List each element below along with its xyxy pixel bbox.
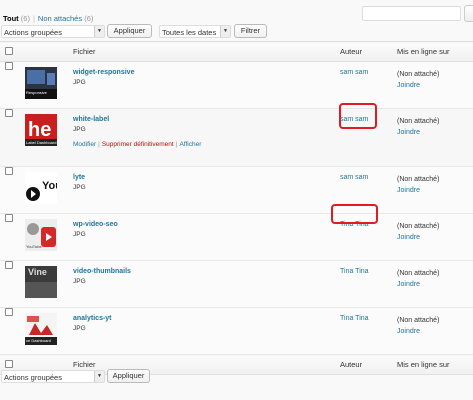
author-link[interactable]: sam sam: [340, 174, 368, 181]
table-row: he Label Dashboard white-label JPG Modif…: [0, 108, 473, 167]
attach-link[interactable]: Joindre: [397, 234, 420, 241]
attach-link[interactable]: Joindre: [397, 187, 420, 194]
thumbnail-wp-video-seo[interactable]: YouTube: [25, 219, 57, 251]
select-all-cell: [0, 41, 25, 62]
select-all-checkbox-bottom[interactable]: [5, 359, 13, 368]
author-highlight-box: [331, 204, 378, 224]
tablenav-top: Actions groupées ▼ Appliquer Toutes les …: [0, 24, 473, 42]
author-link[interactable]: sam sam: [340, 69, 368, 76]
attached-status: (Non attaché): [397, 176, 440, 183]
apply-button[interactable]: Appliquer: [107, 24, 152, 38]
apply-button-bottom[interactable]: Appliquer: [107, 369, 150, 383]
attached-status: (Non attaché): [397, 118, 440, 125]
table-row: Responsive widget-responsive JPG sam sam…: [0, 61, 473, 109]
svg-text:he: he: [28, 119, 51, 141]
bulk-actions-value: Actions groupées: [4, 28, 62, 37]
select-all-checkbox[interactable]: [5, 46, 13, 55]
file-type: JPG: [73, 231, 86, 238]
thumbnail-caption: Vine: [28, 267, 47, 277]
file-title-link[interactable]: wp-video-seo: [73, 221, 340, 228]
table-header-row: Fichier Auteur Mis en ligne sur: [0, 41, 473, 62]
edit-link[interactable]: Modifier: [73, 141, 96, 148]
thumbnail-header: [25, 41, 73, 62]
author-link[interactable]: Tina Tina: [340, 315, 369, 322]
search-button[interactable]: [464, 5, 473, 22]
attached-status: (Non attaché): [397, 71, 440, 78]
filter-unattached[interactable]: Non attachés (6): [38, 14, 93, 23]
table-row: ce Dashboard analytics-yt JPG Tina Tina …: [0, 307, 473, 355]
table-row: Vine video-thumbnails JPG Tina Tina (Non…: [0, 260, 473, 308]
bulk-actions-select-bottom[interactable]: Actions groupées ▼: [1, 370, 105, 383]
bulk-actions-select[interactable]: Actions groupées ▼: [1, 25, 105, 38]
thumbnail-caption: Label Dashboard: [26, 140, 57, 145]
delete-permanently-link[interactable]: Supprimer définitivement: [102, 141, 174, 148]
thumbnail-caption: ce Dashboard: [26, 338, 51, 343]
table-row: YouTube wp-video-seo JPG Tina Tina (Non …: [0, 213, 473, 261]
thumbnail-white-label[interactable]: he Label Dashboard: [25, 114, 57, 146]
file-type: JPG: [73, 325, 86, 332]
author-highlight-box: [339, 103, 377, 129]
row-checkbox[interactable]: [5, 308, 13, 316]
row-checkbox[interactable]: [5, 261, 13, 269]
thumbnail-lyte[interactable]: You: [25, 172, 57, 204]
attached-status: (Non attaché): [397, 270, 440, 277]
status-filter-links: Tout (6) | Non attachés (6): [3, 14, 93, 23]
attach-link[interactable]: Joindre: [397, 328, 420, 335]
view-link[interactable]: Afficher: [179, 141, 201, 148]
bulk-actions-value: Actions groupées: [4, 373, 62, 382]
attached-column-header[interactable]: Mis en ligne sur: [397, 41, 473, 62]
filter-button[interactable]: Filtrer: [234, 24, 267, 38]
file-type: JPG: [73, 79, 86, 86]
row-checkbox[interactable]: [5, 214, 13, 222]
author-column-header[interactable]: Auteur: [340, 41, 397, 62]
row-actions: Modifier | Supprimer définitivement | Affich…: [73, 141, 202, 148]
date-filter-value: Toutes les dates: [162, 28, 217, 37]
attach-link[interactable]: Joindre: [397, 281, 420, 288]
media-table: Fichier Auteur Mis en ligne sur Responsi…: [0, 41, 473, 375]
date-filter-select[interactable]: Toutes les dates ▼: [159, 25, 231, 38]
file-title-link[interactable]: white-label: [73, 116, 340, 123]
row-checkbox[interactable]: [5, 167, 13, 175]
chevron-down-icon: ▼: [94, 26, 104, 37]
file-title-link[interactable]: lyte: [73, 174, 340, 181]
attached-status: (Non attaché): [397, 223, 440, 230]
author-link[interactable]: Tina Tina: [340, 268, 369, 275]
file-title-link[interactable]: analytics-yt: [73, 315, 340, 322]
attach-link[interactable]: Joindre: [397, 129, 420, 136]
attached-status: (Non attaché): [397, 317, 440, 324]
file-type: JPG: [73, 184, 86, 191]
thumbnail-widget-responsive[interactable]: Responsive: [25, 67, 57, 99]
filter-all[interactable]: Tout (6): [3, 14, 30, 23]
search-input[interactable]: [362, 6, 461, 21]
file-column-header[interactable]: Fichier: [73, 41, 340, 62]
chevron-down-icon: ▼: [220, 26, 230, 37]
attach-link[interactable]: Joindre: [397, 82, 420, 89]
thumbnail-caption: YouTube: [26, 244, 42, 249]
file-type: JPG: [73, 278, 86, 285]
file-title-link[interactable]: video-thumbnails: [73, 268, 340, 275]
row-checkbox[interactable]: [5, 62, 13, 70]
thumbnail-caption: Responsive: [26, 90, 47, 95]
filter-separator: |: [32, 14, 35, 23]
thumbnail-video-thumbnails[interactable]: Vine: [25, 266, 57, 298]
thumbnail-analytics-yt[interactable]: ce Dashboard: [25, 313, 57, 345]
chevron-down-icon: ▼: [94, 371, 104, 382]
row-checkbox[interactable]: [5, 109, 13, 117]
file-title-link[interactable]: widget-responsive: [73, 69, 340, 76]
file-type: JPG: [73, 126, 86, 133]
thumbnail-caption: You: [42, 180, 57, 192]
tablenav-bottom: Actions groupées ▼ Appliquer: [0, 369, 473, 387]
table-row: You lyte JPG sam sam (Non attaché) Joind…: [0, 166, 473, 214]
